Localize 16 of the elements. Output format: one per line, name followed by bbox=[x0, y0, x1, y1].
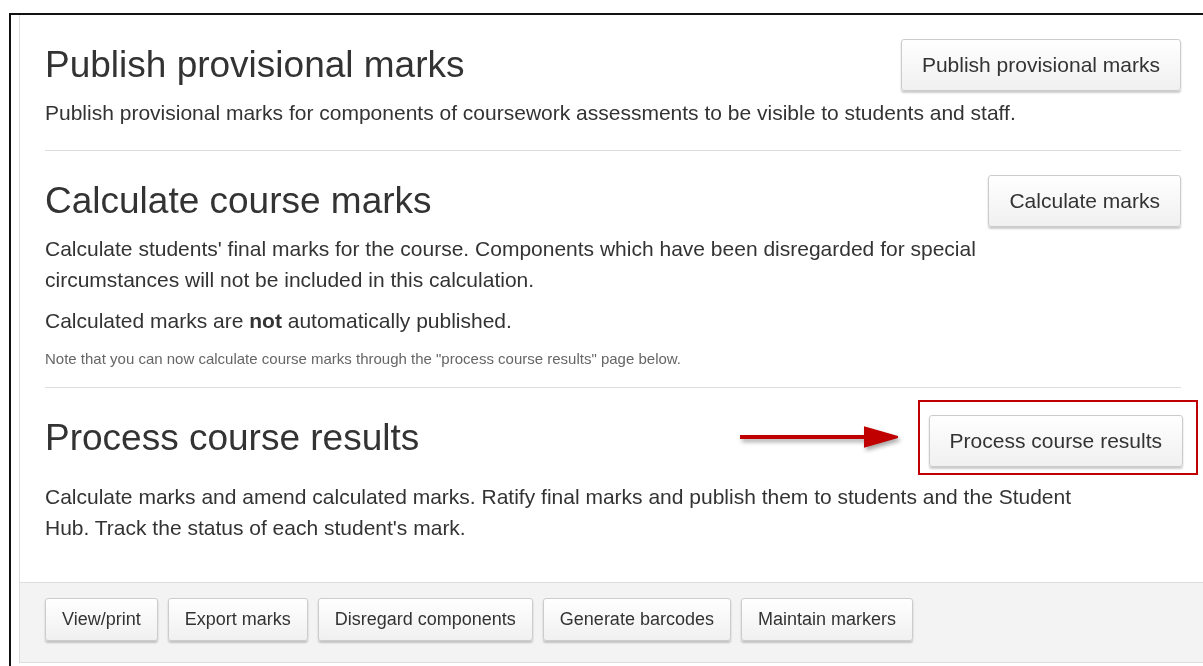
description-text: Calculate students' final marks for the course. Components which have been disregarded for special circumstances will not be included in this calculation. bbox=[45, 236, 977, 293]
action-button[interactable]: Calculate marks bbox=[988, 175, 1181, 227]
footer-button[interactable]: Export marks bbox=[167, 598, 308, 641]
footer-button[interactable]: Maintain markers bbox=[740, 598, 913, 641]
section-title: Calculate course marks bbox=[45, 180, 432, 222]
note-text: Note that you can now calculate course marks through the "process course results" page below. bbox=[45, 350, 682, 367]
description-text: Publish provisional marks for components of coursework assessments to be visible to students and staff. bbox=[45, 100, 1017, 126]
footer-button[interactable]: Generate barcodes bbox=[542, 598, 731, 641]
description-text: Calculate marks and amend calculated marks. Ratify final marks and publish them to students and the Student Hub. Track the status of each student's mark. bbox=[45, 484, 1073, 541]
footer-button[interactable]: Disregard components bbox=[317, 598, 533, 641]
action-button[interactable]: Process course results bbox=[928, 415, 1183, 467]
section-title: Publish provisional marks bbox=[45, 44, 465, 86]
section-title: Process course results bbox=[45, 416, 420, 459]
footer-button[interactable]: View/print bbox=[45, 598, 158, 641]
description-text: Calculated marks are not automatically published. bbox=[45, 308, 513, 334]
action-button[interactable]: Publish provisional marks bbox=[900, 39, 1181, 91]
